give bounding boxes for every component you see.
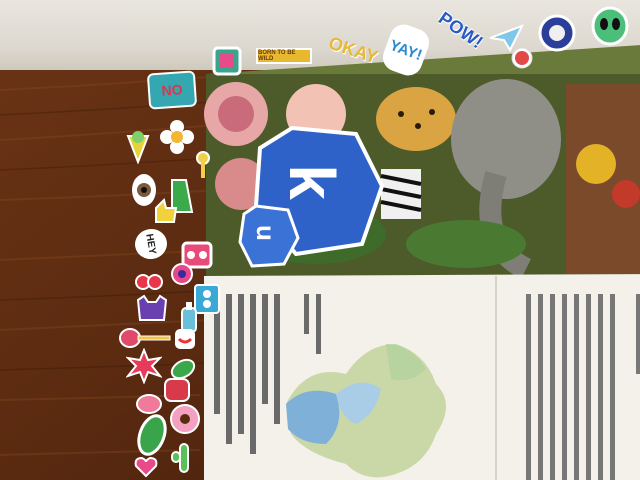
no-sticker: NO [146,70,198,110]
guitar-sticker [119,328,171,348]
can-sticker [212,46,242,76]
cat-sticker [136,294,168,321]
cactus-sticker [171,443,189,473]
hey-text: HEY [143,232,159,256]
thumbs-sticker [155,198,178,223]
born-to-be-wild-text: BORN TO BE WILD [258,50,296,62]
cherries-sticker [135,274,163,290]
smiley-sticker [511,47,533,69]
skull-sticker [164,378,190,402]
no-text: NO [160,81,184,99]
hexagon-large-letter: k [275,164,348,200]
mouth-sticker [175,329,195,349]
yay-text: YAY! [387,36,425,64]
ice-cream-sticker [126,131,150,164]
photo-scene: k u BORN TO BE WILD OKAY YAY! POW! NO HE… [0,0,640,480]
flower-sticker [160,120,194,154]
alien-head-sticker [591,6,629,46]
star-burst-sticker [126,348,162,384]
small-hexagon-letter: u [250,225,281,241]
born-to-be-wild-sticker: BORN TO BE WILD [256,48,312,64]
surfboard-sticker [137,414,167,456]
round-badge-sticker [538,14,576,52]
heart-sticker [134,456,158,478]
donut-sticker [170,404,200,434]
